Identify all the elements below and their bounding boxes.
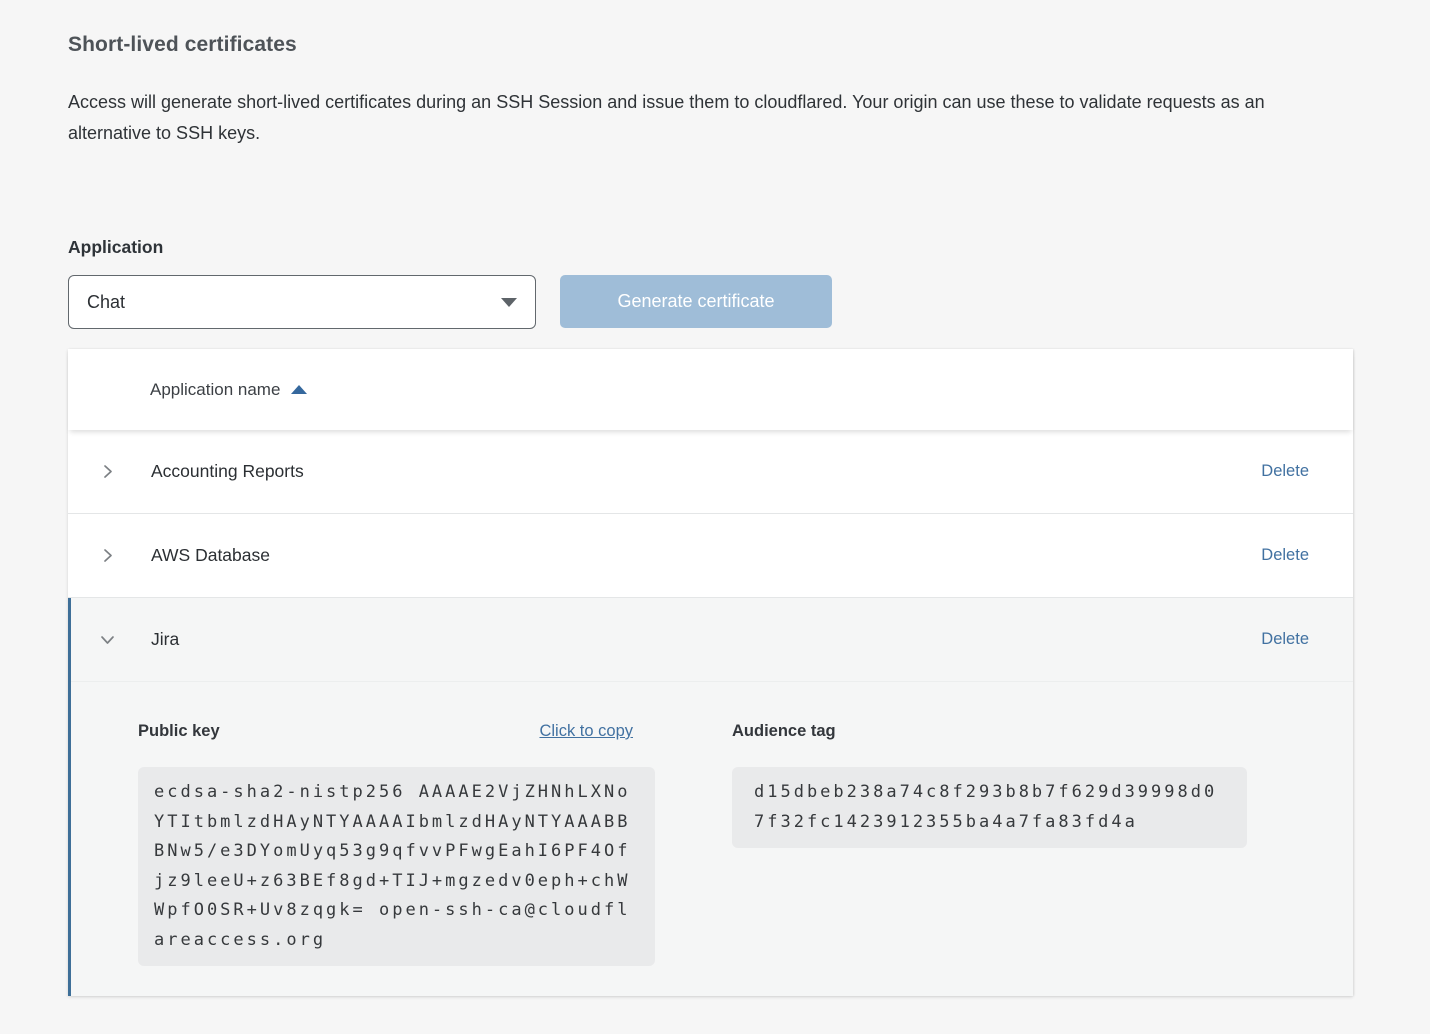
- application-row-name: Jira: [151, 629, 179, 650]
- table-row-jira[interactable]: Jira Delete: [71, 598, 1353, 682]
- table-header-row: Application name: [68, 349, 1353, 430]
- public-key-label: Public key: [138, 722, 220, 741]
- certificate-detail-panel: Public key Click to copy ecdsa-sha2-nist…: [71, 682, 1353, 996]
- application-row-name: Accounting Reports: [151, 461, 304, 482]
- generate-certificate-button[interactable]: Generate certificate: [560, 275, 832, 328]
- application-select-value: Chat: [87, 292, 501, 313]
- short-lived-certificates-page: Short-lived certificates Access will gen…: [0, 0, 1430, 1016]
- audience-tag-value[interactable]: d15dbeb238a74c8f293b8b7f629d39998d07f32f…: [732, 767, 1247, 848]
- public-key-column: Public key Click to copy ecdsa-sha2-nist…: [138, 722, 655, 966]
- chevron-down-icon[interactable]: [99, 631, 116, 648]
- delete-link[interactable]: Delete: [1261, 462, 1309, 481]
- column-header-application-name[interactable]: Application name: [150, 380, 280, 400]
- table-row-accounting-reports[interactable]: Accounting Reports Delete: [68, 430, 1353, 514]
- select-caret-down-icon: [501, 298, 517, 307]
- audience-tag-column: Audience tag d15dbeb238a74c8f293b8b7f629…: [732, 722, 1247, 966]
- delete-link[interactable]: Delete: [1261, 546, 1309, 565]
- chevron-right-icon[interactable]: [99, 463, 116, 480]
- certificate-controls: Chat Generate certificate: [68, 275, 1353, 329]
- application-label: Application: [68, 237, 1353, 258]
- certificates-table: Application name Accounting Reports Dele…: [68, 349, 1353, 996]
- public-key-value[interactable]: ecdsa-sha2-nistp256 AAAAE2VjZHNhLXNoYTIt…: [138, 767, 655, 966]
- chevron-right-icon[interactable]: [99, 547, 116, 564]
- application-row-name: AWS Database: [151, 545, 270, 566]
- audience-tag-label: Audience tag: [732, 722, 836, 741]
- expanded-row-container: Jira Delete Public key Click to copy ecd…: [68, 598, 1353, 996]
- application-select[interactable]: Chat: [68, 275, 536, 329]
- table-row-aws-database[interactable]: AWS Database Delete: [68, 514, 1353, 598]
- page-title: Short-lived certificates: [68, 33, 1353, 57]
- audience-tag-label-row: Audience tag: [732, 722, 1247, 741]
- delete-link[interactable]: Delete: [1261, 630, 1309, 649]
- sort-ascending-icon[interactable]: [291, 385, 307, 394]
- page-description: Access will generate short-lived certifi…: [68, 87, 1343, 149]
- public-key-label-row: Public key Click to copy: [138, 722, 655, 741]
- click-to-copy-link[interactable]: Click to copy: [539, 722, 633, 741]
